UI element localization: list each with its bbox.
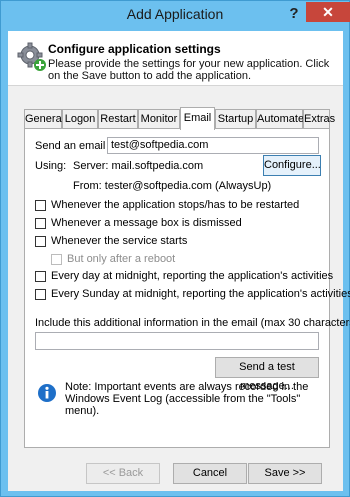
option-daily-report[interactable]: Every day at midnight, reporting the app… [35,270,333,284]
option-label: Whenever the application stops/has to be… [51,199,300,212]
server-info: Server: mail.softpedia.com [73,160,204,172]
checkbox[interactable] [35,217,46,229]
tab-extras[interactable]: Extras [303,109,335,129]
tab-strip: General Logon Restart Monitor Email Star… [24,107,335,130]
option-label: Every day at midnight, reporting the app… [51,270,334,283]
dialog-body: Configure application settings Please pr… [8,31,350,491]
email-recipient-input[interactable]: test@softpedia.com [107,137,319,154]
add-application-dialog: Add Application ? ✕ Configure applicatio… [0,0,350,497]
title-bar[interactable]: Add Application ? ✕ [1,1,350,30]
header-banner: Configure application settings Please pr… [8,31,343,86]
save-button[interactable]: Save >> [248,463,322,484]
option-label: Whenever a message box is dismissed [51,217,242,230]
send-test-message-button[interactable]: Send a test message... [215,357,319,392]
option-label: But only after a reboot [67,253,176,266]
header-title: Configure application settings [48,42,221,56]
help-button[interactable]: ? [283,3,305,25]
email-tab-panel: Send an email to: test@softpedia.com Usi… [24,128,350,448]
tab-general[interactable]: General [24,109,64,129]
option-after-reboot[interactable]: But only after a reboot [51,253,175,267]
gear-add-icon [17,42,46,71]
checkbox[interactable] [35,199,46,211]
info-icon [38,384,56,402]
configure-button[interactable]: Configure... [263,155,321,176]
additional-info-label: Include this additional information in t… [35,317,350,329]
option-stop-restart[interactable]: Whenever the application stops/has to be… [35,199,299,213]
cancel-button[interactable]: Cancel [173,463,247,484]
checkbox[interactable] [35,288,46,300]
back-button[interactable]: << Back [86,463,160,484]
additional-info-input[interactable] [35,332,319,350]
tab-automate[interactable]: Automate [256,109,304,129]
tab-logon[interactable]: Logon [62,109,98,129]
checkbox[interactable] [35,235,46,247]
checkbox[interactable] [51,253,62,265]
tab-startup[interactable]: Startup [215,109,256,129]
tab-monitor[interactable]: Monitor [138,109,180,129]
using-label: Using: [35,160,67,172]
note-text: Note: Important events are always record… [65,381,309,417]
option-service-starts[interactable]: Whenever the service starts [35,235,187,249]
header-description: Please provide the settings for your new… [48,58,330,82]
tab-email[interactable]: Email [180,107,215,130]
close-button[interactable]: ✕ [306,2,350,22]
option-sunday-report[interactable]: Every Sunday at midnight, reporting the … [35,288,350,302]
from-info: From: tester@softpedia.com (AlwaysUp) [73,180,272,192]
checkbox[interactable] [35,270,46,282]
option-message-box[interactable]: Whenever a message box is dismissed [35,217,242,231]
option-label: Every Sunday at midnight, reporting the … [51,288,350,301]
option-label: Whenever the service starts [51,235,188,248]
tab-restart[interactable]: Restart [98,109,138,129]
